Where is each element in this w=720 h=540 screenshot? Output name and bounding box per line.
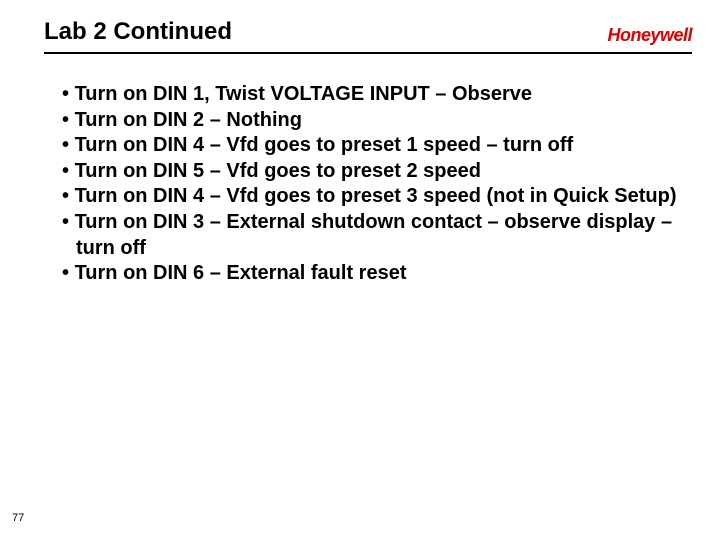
list-item: Turn on DIN 5 – Vfd goes to preset 2 spe… bbox=[62, 159, 688, 185]
page-number: 77 bbox=[12, 512, 24, 524]
list-item: Turn on DIN 4 – Vfd goes to preset 3 spe… bbox=[62, 184, 688, 210]
list-item: Turn on DIN 1, Twist VOLTAGE INPUT – Obs… bbox=[62, 82, 688, 108]
list-item: Turn on DIN 4 – Vfd goes to preset 1 spe… bbox=[62, 133, 688, 159]
brand-logo: Honeywell bbox=[607, 25, 692, 46]
list-item: Turn on DIN 3 – External shutdown contac… bbox=[62, 210, 688, 261]
slide-header: Lab 2 Continued Honeywell bbox=[44, 18, 692, 54]
bullet-list: Turn on DIN 1, Twist VOLTAGE INPUT – Obs… bbox=[44, 82, 692, 287]
slide: Lab 2 Continued Honeywell Turn on DIN 1,… bbox=[0, 0, 720, 540]
list-item: Turn on DIN 2 – Nothing bbox=[62, 108, 688, 134]
slide-title: Lab 2 Continued bbox=[44, 18, 232, 46]
list-item: Turn on DIN 6 – External fault reset bbox=[62, 261, 688, 287]
